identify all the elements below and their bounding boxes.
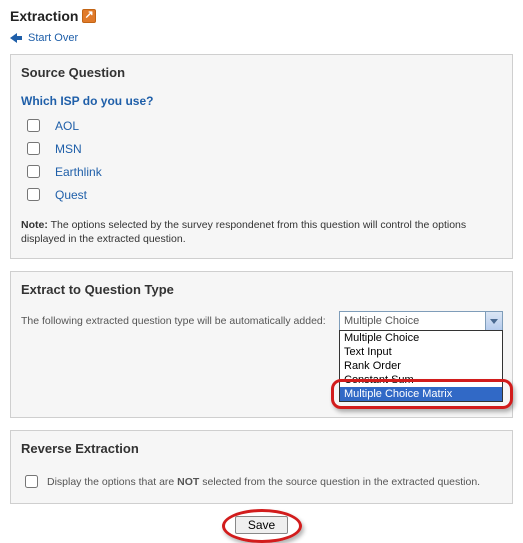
source-option-label: Earthlink [55,165,102,179]
source-option-checkbox-1[interactable] [27,142,40,155]
page-title-text: Extraction [10,8,78,24]
source-option-label: Quest [55,188,87,202]
source-option-row: Earthlink [21,160,502,183]
save-button[interactable]: Save [235,516,288,534]
reverse-text-bold: NOT [177,476,199,488]
start-over-label: Start Over [28,32,78,44]
source-note: Note: The options selected by the survey… [21,218,502,246]
source-option-checkbox-0[interactable] [27,119,40,132]
select-display[interactable]: Multiple Choice [339,311,503,331]
chevron-down-icon [485,312,502,330]
source-option-checkbox-3[interactable] [27,188,40,201]
source-question-panel: Source Question Which ISP do you use? AO… [10,54,513,259]
note-label: Note: [21,219,48,231]
extract-type-panel: Extract to Question Type The following e… [10,271,513,418]
back-arrow-icon [10,32,24,44]
extract-panel-title: Extract to Question Type [21,282,502,297]
reverse-extraction-panel: Reverse Extraction Display the options t… [10,430,513,504]
extract-line: The following extracted question type wi… [21,311,502,405]
reverse-panel-title: Reverse Extraction [21,441,502,456]
extraction-icon [82,9,96,23]
note-text: The options selected by the survey respo… [21,219,466,245]
select-option[interactable]: Text Input [340,345,502,359]
reverse-text: Display the options that are NOT selecte… [47,476,480,488]
source-option-label: AOL [55,119,79,133]
select-dropdown-list: Multiple Choice Text Input Rank Order Co… [339,330,503,402]
reverse-text-after: selected from the source question in the… [199,476,480,488]
source-option-label: MSN [55,142,82,156]
source-panel-title: Source Question [21,65,502,80]
reverse-extraction-checkbox[interactable] [25,475,38,488]
start-over-link[interactable]: Start Over [10,32,513,44]
select-option[interactable]: Rank Order [340,359,502,373]
source-question-text: Which ISP do you use? [21,94,502,108]
extract-label: The following extracted question type wi… [21,315,326,327]
select-option-highlighted[interactable]: Multiple Choice Matrix [340,387,502,401]
select-option[interactable]: Constant Sum [340,373,502,387]
select-current-value: Multiple Choice [344,315,419,327]
question-type-select[interactable]: Multiple Choice Multiple Choice Text Inp… [339,311,503,402]
footer: Save [10,516,513,534]
reverse-option-row: Display the options that are NOT selecte… [21,472,502,491]
source-option-row: Quest [21,183,502,206]
page-title: Extraction [10,8,513,24]
reverse-text-before: Display the options that are [47,476,177,488]
select-option[interactable]: Multiple Choice [340,331,502,345]
source-option-checkbox-2[interactable] [27,165,40,178]
source-option-row: AOL [21,114,502,137]
source-option-row: MSN [21,137,502,160]
